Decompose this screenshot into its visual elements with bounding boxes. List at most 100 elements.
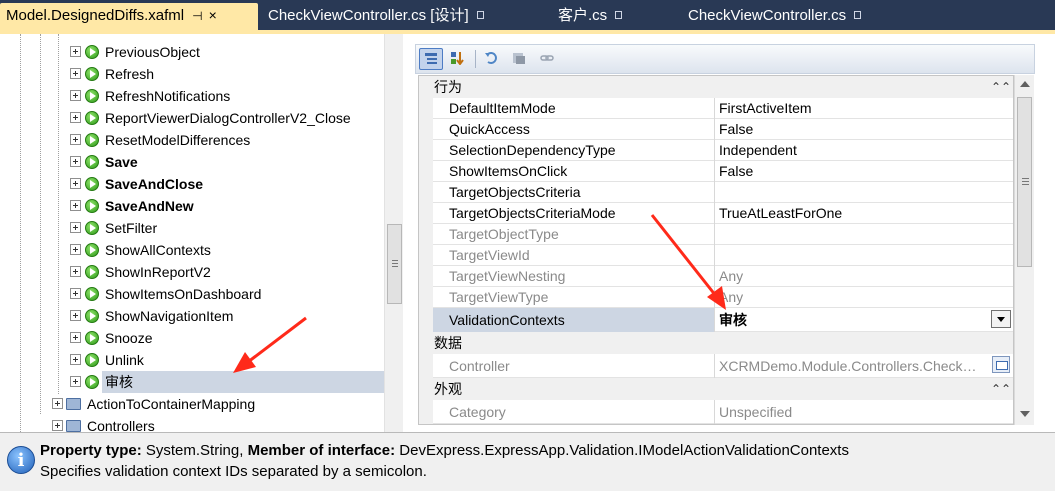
model-tree[interactable]: PreviousObject Refresh RefreshNotificati… <box>0 34 403 432</box>
property-value[interactable]: FirstActiveItem <box>715 98 1013 119</box>
tree-item[interactable]: ReportViewerDialogControllerV2_Close <box>0 107 384 129</box>
tree-item[interactable]: SetFilter <box>0 217 384 239</box>
property-row[interactable]: QuickAccess False <box>419 119 1013 140</box>
undo-button[interactable] <box>480 48 504 70</box>
expand-icon[interactable] <box>70 134 81 145</box>
expand-icon[interactable] <box>52 420 63 431</box>
toolbar-separator <box>475 50 476 68</box>
property-row[interactable]: TargetViewType Any <box>419 287 1013 308</box>
tree-item[interactable]: Controllers <box>0 415 384 432</box>
category-data[interactable]: 数据 <box>419 332 1013 354</box>
property-value: Unspecified <box>719 404 793 420</box>
property-value: XCRMDemo.Module.Controllers.Check… <box>719 358 977 374</box>
tab-label: CheckViewController.cs [设计] <box>268 7 469 24</box>
property-grid-scrollbar[interactable] <box>1014 75 1034 425</box>
category-appearance[interactable]: 外观 ⌃⌃ <box>419 378 1013 400</box>
expand-icon[interactable] <box>70 310 81 321</box>
tree-item[interactable]: Unlink <box>0 349 384 371</box>
tree-item[interactable]: Refresh <box>0 63 384 85</box>
tree-item-selected[interactable]: 审核 <box>0 371 384 393</box>
expand-icon[interactable] <box>70 90 81 101</box>
tree-scrollbar[interactable] <box>384 34 403 432</box>
property-row[interactable]: TargetViewId <box>419 245 1013 266</box>
tree-item[interactable]: SaveAndClose <box>0 173 384 195</box>
expand-icon[interactable] <box>70 68 81 79</box>
tree-item[interactable]: Snooze <box>0 327 384 349</box>
property-row[interactable]: TargetObjectsCriteriaMode TrueAtLeastFor… <box>419 203 1013 224</box>
property-grid[interactable]: 行为 ⌃⌃ DefaultItemMode FirstActiveItem Qu… <box>418 75 1014 425</box>
property-value[interactable]: TrueAtLeastForOne <box>715 203 1013 224</box>
tree-item[interactable]: PreviousObject <box>0 41 384 63</box>
tree-item[interactable]: SaveAndNew <box>0 195 384 217</box>
collapse-icon[interactable]: ⌃⌃ <box>991 76 1011 98</box>
property-row[interactable]: TargetObjectType <box>419 224 1013 245</box>
member-of-interface-label: Member of interface: <box>247 442 396 459</box>
property-row[interactable]: DefaultItemMode FirstActiveItem <box>419 98 1013 119</box>
folder-icon <box>66 398 81 410</box>
tree-item[interactable]: ShowInReportV2 <box>0 261 384 283</box>
action-icon <box>85 45 99 59</box>
property-row[interactable]: Category Unspecified <box>419 400 1013 424</box>
link-button[interactable] <box>536 48 560 70</box>
expand-icon[interactable] <box>70 222 81 233</box>
editor-button[interactable] <box>992 356 1010 373</box>
reset-button[interactable] <box>508 48 532 70</box>
expand-icon[interactable] <box>70 288 81 299</box>
property-value[interactable] <box>715 182 1013 203</box>
folder-icon <box>66 420 81 432</box>
property-value[interactable]: False <box>715 161 1013 182</box>
expand-icon[interactable] <box>70 178 81 189</box>
expand-icon[interactable] <box>70 200 81 211</box>
property-row[interactable]: ShowItemsOnClick False <box>419 161 1013 182</box>
expand-icon[interactable] <box>70 376 81 387</box>
validation-contexts-value[interactable]: 审核 <box>715 308 1013 332</box>
row-margin <box>419 287 433 308</box>
link-icon <box>540 55 554 61</box>
tree-item[interactable]: ShowAllContexts <box>0 239 384 261</box>
property-value[interactable]: Independent <box>715 140 1013 161</box>
scroll-down-icon[interactable] <box>1020 411 1030 417</box>
tab-customer-cs[interactable]: 客户.cs <box>552 3 623 30</box>
expand-icon[interactable] <box>52 398 63 409</box>
pin-icon[interactable]: ⊣ <box>192 9 202 23</box>
categorized-button[interactable] <box>419 48 443 70</box>
property-row-selected[interactable]: ValidationContexts 审核 <box>419 308 1013 332</box>
expand-icon[interactable] <box>70 46 81 57</box>
expand-icon[interactable] <box>70 156 81 167</box>
property-row[interactable]: Controller XCRMDemo.Module.Controllers.C… <box>419 354 1013 378</box>
property-name: QuickAccess <box>433 119 715 140</box>
tab-model-designeddiffs[interactable]: Model.DesignedDiffs.xafml ⊣ × <box>0 3 258 30</box>
dropdown-button[interactable] <box>991 310 1011 328</box>
expand-icon[interactable] <box>70 332 81 343</box>
collapse-icon[interactable]: ⌃⌃ <box>991 378 1011 400</box>
alphabetical-button[interactable] <box>446 48 470 70</box>
property-row[interactable]: TargetViewNesting Any <box>419 266 1013 287</box>
property-row[interactable]: SelectionDependencyType Independent <box>419 140 1013 161</box>
scrollbar-thumb[interactable] <box>1017 97 1032 267</box>
tree-item-label: SaveAndClose <box>105 176 204 192</box>
property-name: Category <box>433 400 715 424</box>
expand-icon[interactable] <box>70 244 81 255</box>
scrollbar-thumb[interactable] <box>387 224 402 304</box>
tree-item[interactable]: ShowNavigationItem <box>0 305 384 327</box>
row-margin <box>419 119 433 140</box>
property-row[interactable]: TargetObjectsCriteria <box>419 182 1013 203</box>
row-margin <box>419 354 433 378</box>
action-icon <box>85 199 99 213</box>
category-behavior[interactable]: 行为 ⌃⌃ <box>419 76 1013 98</box>
tree-item[interactable]: Save <box>0 151 384 173</box>
close-icon[interactable]: × <box>209 7 217 23</box>
tree-item[interactable]: ResetModelDifferences <box>0 129 384 151</box>
expand-icon[interactable] <box>70 112 81 123</box>
expand-icon[interactable] <box>70 266 81 277</box>
expand-icon[interactable] <box>70 354 81 365</box>
tree-item[interactable]: ActionToContainerMapping <box>0 393 384 415</box>
scroll-up-icon[interactable] <box>1020 81 1030 87</box>
property-value[interactable]: False <box>715 119 1013 140</box>
tab-checkviewcontroller-designer[interactable]: CheckViewController.cs [设计] <box>262 3 484 30</box>
tree-item[interactable]: RefreshNotifications <box>0 85 384 107</box>
tree-item-label: ActionToContainerMapping <box>87 396 256 412</box>
tab-checkviewcontroller-cs[interactable]: CheckViewController.cs <box>682 3 862 30</box>
tree-item[interactable]: ShowItemsOnDashboard <box>0 283 384 305</box>
grip-line <box>1022 178 1029 179</box>
